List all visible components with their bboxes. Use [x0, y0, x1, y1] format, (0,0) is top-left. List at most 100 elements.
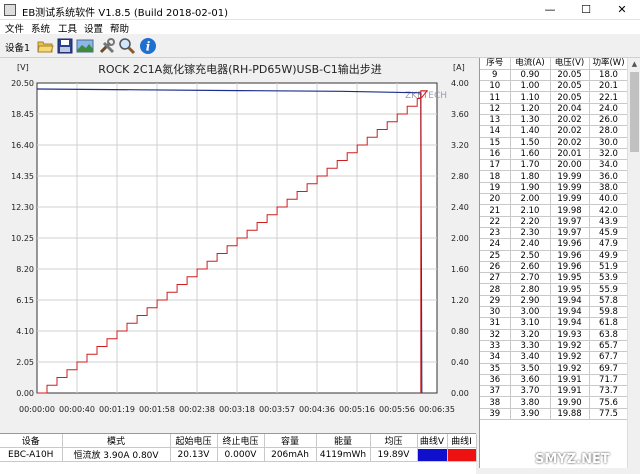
- cell-power: 77.5: [589, 408, 629, 421]
- info-icon[interactable]: i: [139, 37, 157, 55]
- folder-open-icon[interactable]: [36, 37, 54, 55]
- scroll-up-arrow-icon[interactable]: ▲: [628, 58, 640, 70]
- menu-system[interactable]: 系统: [31, 21, 50, 35]
- menu-help[interactable]: 帮助: [110, 21, 129, 35]
- col-header-power[interactable]: 功率(W): [589, 58, 629, 70]
- table-row[interactable]: 30 3.00 19.94 59.8: [480, 306, 629, 319]
- cell-current: 1.50: [510, 137, 551, 149]
- col-header-voltage[interactable]: 电压(V): [550, 58, 590, 70]
- table-row[interactable]: 22 2.20 19.97 43.9: [480, 216, 629, 228]
- current-curve-swatch[interactable]: [447, 448, 475, 461]
- table-row[interactable]: 33 3.30 19.92 65.7: [480, 340, 629, 353]
- y-left-tick-label: 20.50: [11, 79, 34, 88]
- menu-tools[interactable]: 工具: [58, 21, 77, 35]
- table-row[interactable]: 27 2.70 19.95 53.9: [480, 272, 629, 285]
- table-row[interactable]: 16 1.60 20.01 32.0: [480, 148, 629, 161]
- chart-image-icon[interactable]: [76, 37, 94, 55]
- cell-voltage: 19.91: [550, 374, 590, 387]
- device-label[interactable]: 设备1: [5, 40, 30, 54]
- table-row[interactable]: 37 3.70 19.91 73.7: [480, 385, 629, 398]
- menu-file[interactable]: 文件: [5, 21, 24, 35]
- table-row[interactable]: 34 3.40 19.92 67.7: [480, 351, 629, 364]
- table-row[interactable]: 35 3.50 19.92 69.7: [480, 363, 629, 375]
- cell-current: 2.20: [510, 216, 551, 228]
- device-row[interactable]: EBC-A10H 恒流放 3.90A 0.80V 20.13V 0.000V 2…: [0, 447, 477, 462]
- cell-index: 13: [480, 114, 511, 127]
- x-tick-label: 00:06:35: [419, 405, 455, 414]
- table-row[interactable]: 29 2.90 19.94 57.8: [480, 295, 629, 308]
- col-header-current[interactable]: 电流(A): [510, 58, 551, 70]
- table-row[interactable]: 24 2.40 19.96 47.9: [480, 238, 629, 251]
- cell-current: 2.70: [510, 272, 551, 285]
- cell-power: 63.8: [589, 329, 629, 341]
- cell-index: 16: [480, 148, 511, 161]
- title-bar: EB测试系统软件 V1.8.5 (Build 2018-02-01) — ☐ ✕: [0, 0, 640, 20]
- table-row[interactable]: 17 1.70 20.00 34.0: [480, 159, 629, 172]
- cell-voltage: 19.92: [550, 363, 590, 375]
- header-end-voltage: 终止电压: [217, 434, 265, 448]
- voltage-curve-swatch[interactable]: [417, 448, 446, 461]
- y-left-tick-label: 0.00: [16, 389, 34, 398]
- table-row[interactable]: 11 1.10 20.05 22.1: [480, 91, 629, 104]
- minimize-button[interactable]: —: [532, 0, 568, 20]
- cell-current: 1.70: [510, 159, 551, 172]
- table-row[interactable]: 21 2.10 19.98 42.0: [480, 204, 629, 217]
- close-button[interactable]: ✕: [604, 0, 640, 20]
- step-data-table[interactable]: 序号 电流(A) 电压(V) 功率(W) 9 0.90 20.05 18.0 10 1.0…: [479, 58, 640, 468]
- cell-index: 31: [480, 317, 511, 330]
- table-row[interactable]: 23 2.30 19.97 45.9: [480, 227, 629, 240]
- table-row[interactable]: 10 1.00 20.05 20.1: [480, 80, 629, 93]
- tools-icon[interactable]: [98, 37, 116, 55]
- table-row[interactable]: 25 2.50 19.96 49.9: [480, 250, 629, 262]
- table-row[interactable]: 12 1.20 20.04 24.0: [480, 103, 629, 115]
- scroll-thumb[interactable]: [630, 72, 639, 152]
- table-row[interactable]: 13 1.30 20.02 26.0: [480, 114, 629, 127]
- y-right-tick-label: 0.00: [451, 389, 469, 398]
- x-tick-label: 00:00:40: [59, 405, 95, 414]
- menu-settings[interactable]: 设置: [84, 21, 103, 35]
- table-row[interactable]: 28 2.80 19.95 55.9: [480, 283, 629, 296]
- cell-power: 42.0: [589, 204, 629, 217]
- cell-current: 3.40: [510, 351, 551, 364]
- table-row[interactable]: 32 3.20 19.93 63.8: [480, 329, 629, 341]
- cell-current: 3.70: [510, 385, 551, 398]
- cell-power: 55.9: [589, 283, 629, 296]
- cell-power: 47.9: [589, 238, 629, 251]
- cell-index: 14: [480, 125, 511, 138]
- y-left-tick-label: 14.35: [11, 172, 34, 181]
- table-row[interactable]: 18 1.80 19.99 36.0: [480, 170, 629, 183]
- col-header-index[interactable]: 序号: [480, 58, 511, 70]
- cell-index: 19: [480, 182, 511, 195]
- table-row[interactable]: 39 3.90 19.88 77.5: [480, 408, 629, 421]
- table-scrollbar[interactable]: ▲: [627, 58, 640, 468]
- cell-index: 27: [480, 272, 511, 285]
- cell-voltage: 20.02: [550, 114, 590, 127]
- cell-index: 17: [480, 159, 511, 172]
- header-avg-voltage: 均压: [370, 434, 418, 448]
- x-tick-label: 00:03:18: [219, 405, 255, 414]
- cell-index: 30: [480, 306, 511, 319]
- cell-voltage: 19.91: [550, 385, 590, 398]
- cell-power: 59.8: [589, 306, 629, 319]
- cell-power: 53.9: [589, 272, 629, 285]
- table-row[interactable]: 36 3.60 19.91 71.7: [480, 374, 629, 387]
- y-right-tick-label: 4.00: [451, 79, 469, 88]
- cell-curve-i[interactable]: [447, 447, 477, 462]
- table-row[interactable]: 38 3.80 19.90 75.6: [480, 396, 629, 409]
- cell-current: 1.90: [510, 182, 551, 195]
- table-row[interactable]: 9 0.90 20.05 18.0: [480, 69, 629, 82]
- table-row[interactable]: 19 1.90 19.99 38.0: [480, 182, 629, 195]
- y-left-tick-label: 4.10: [16, 327, 34, 336]
- save-icon[interactable]: [56, 37, 74, 55]
- maximize-button[interactable]: ☐: [568, 0, 604, 20]
- table-row[interactable]: 31 3.10 19.94 61.8: [480, 317, 629, 330]
- table-row[interactable]: 14 1.40 20.02 28.0: [480, 125, 629, 138]
- cell-power: 71.7: [589, 374, 629, 387]
- zoom-icon[interactable]: [118, 37, 136, 55]
- cell-curve-v[interactable]: [417, 447, 448, 462]
- table-row[interactable]: 20 2.00 19.99 40.0: [480, 193, 629, 206]
- cell-current: 0.90: [510, 69, 551, 82]
- table-row[interactable]: 15 1.50 20.02 30.0: [480, 137, 629, 149]
- table-row[interactable]: 26 2.60 19.96 51.9: [480, 261, 629, 274]
- cell-voltage: 19.94: [550, 306, 590, 319]
